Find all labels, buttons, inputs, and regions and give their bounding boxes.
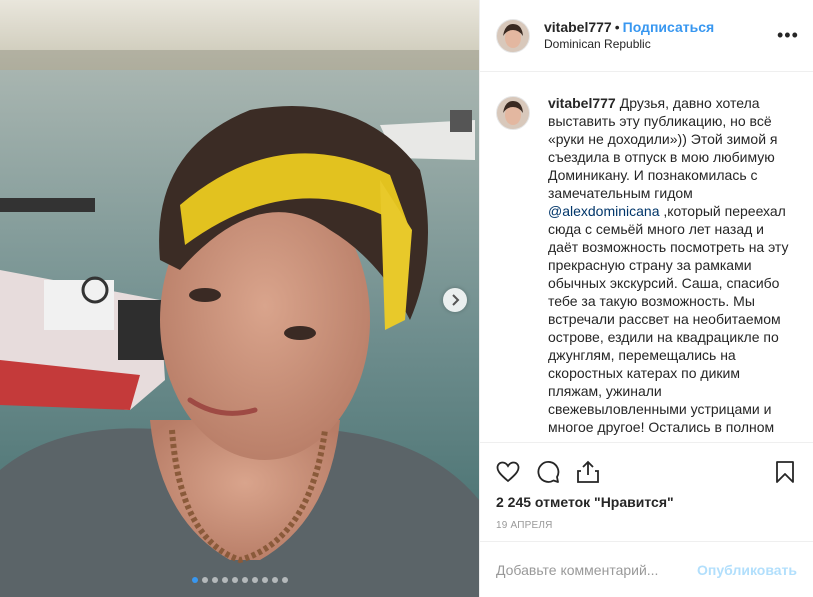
caption-username[interactable]: vitabel777 [548, 95, 616, 111]
photo-image [0, 0, 479, 597]
carousel-dot [261, 577, 268, 583]
heart-icon [496, 461, 520, 482]
carousel-dot [201, 577, 208, 583]
next-photo-button[interactable] [443, 288, 467, 312]
caption-text-2: ,который переехал сюда с семьёй много ле… [548, 203, 789, 435]
chevron-right-icon [452, 294, 460, 306]
more-options-icon[interactable]: ••• [777, 25, 798, 46]
bookmark-icon [776, 460, 794, 483]
carousel-dot [221, 577, 228, 583]
comment-button[interactable] [535, 459, 561, 485]
carousel-indicator [0, 577, 479, 583]
location-link[interactable]: Dominican Republic [544, 36, 777, 52]
share-button[interactable] [575, 459, 601, 485]
post-caption: vitabel777 Друзья, давно хотела выставить… [548, 94, 796, 442]
post-comment-button[interactable]: Опубликовать [697, 562, 797, 578]
carousel-dot [271, 577, 278, 583]
post-details-panel: vitabel777 • Подписаться Dominican Republi… [479, 0, 813, 597]
likes-count[interactable]: 2 245 отметок "Нравится" [496, 494, 674, 510]
share-icon [577, 460, 599, 483]
post-photo[interactable] [0, 0, 479, 597]
comments-area: vitabel777 Друзья, давно хотела выставить… [480, 72, 813, 442]
avatar[interactable] [496, 18, 530, 53]
action-bar [480, 442, 813, 500]
like-button[interactable] [495, 459, 521, 485]
post-header: vitabel777 • Подписаться Dominican Republi… [480, 0, 813, 72]
carousel-dot [251, 577, 258, 583]
separator: • [614, 19, 620, 35]
follow-button[interactable]: Подписаться [623, 19, 715, 35]
carousel-dot [191, 577, 198, 583]
comment-input[interactable] [496, 561, 698, 578]
carousel-dot [241, 577, 248, 583]
carousel-dot [231, 577, 238, 583]
add-comment-section: Опубликовать [480, 541, 813, 597]
comment-icon [537, 460, 560, 483]
username-link[interactable]: vitabel777 [544, 19, 612, 35]
save-button[interactable] [772, 459, 798, 485]
post-date[interactable]: 19 апреля [496, 520, 553, 531]
carousel-dot [281, 577, 288, 583]
caption-avatar[interactable] [496, 96, 530, 130]
mention-link[interactable]: @alexdominicana [548, 203, 660, 219]
carousel-dot [211, 577, 218, 583]
